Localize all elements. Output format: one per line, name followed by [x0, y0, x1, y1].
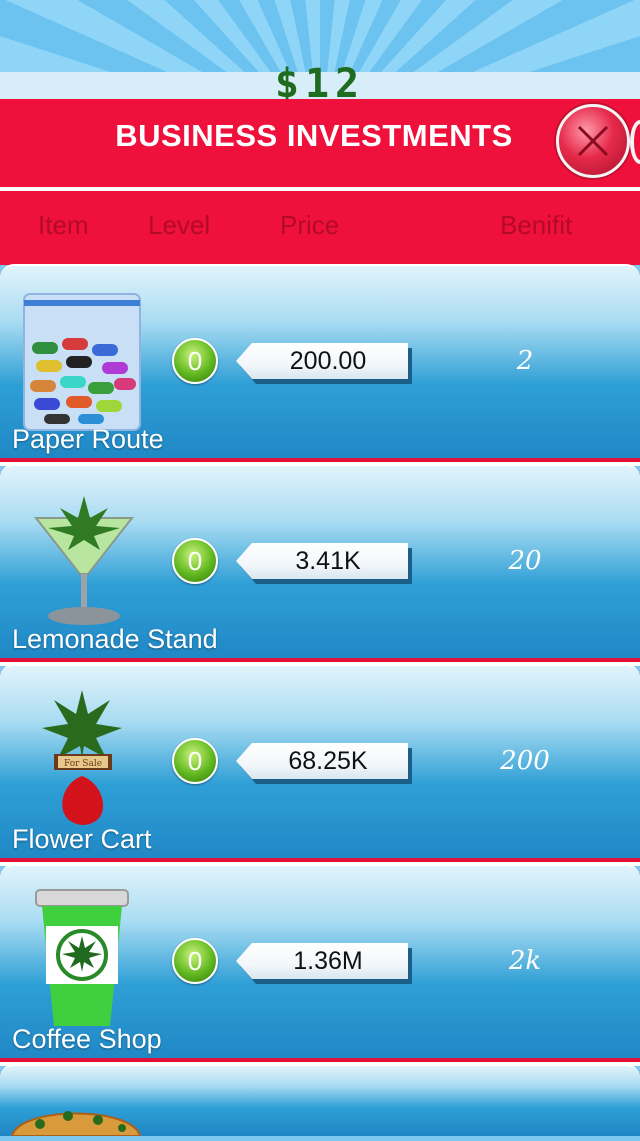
benefit-value: 2	[516, 346, 534, 376]
price-label: 1.36M	[293, 947, 363, 975]
pizza-icon	[10, 1100, 142, 1141]
item-name: Flower Cart	[12, 824, 152, 854]
item-name: Lemonade Stand	[12, 624, 218, 654]
level-badge: 0	[172, 338, 218, 384]
benefit-value: 20	[508, 546, 542, 576]
column-header-benefit: Benifit	[500, 210, 573, 240]
pill-bag-icon	[22, 292, 142, 437]
column-header-item: Item	[38, 210, 89, 240]
benefit-value: 2k	[508, 946, 542, 976]
header-divider	[0, 187, 640, 191]
cocktail-glass-icon	[33, 488, 135, 633]
column-header-level: Level	[148, 210, 211, 240]
svg-text:For Sale: For Sale	[64, 759, 102, 769]
column-header-price: Price	[280, 210, 340, 240]
money-counter: $12	[274, 62, 366, 100]
panel-title: BUSINESS INVESTMENTS	[115, 118, 513, 153]
item-name: Coffee Shop	[12, 1024, 162, 1054]
level-badge: 0	[172, 938, 218, 984]
level-badge: 0	[172, 738, 218, 784]
price-label: 3.41K	[295, 547, 361, 575]
coffee-cup-icon	[34, 886, 130, 1035]
close-button[interactable]	[556, 104, 630, 178]
benefit-value: 200	[500, 746, 550, 776]
level-badge: 0	[172, 538, 218, 584]
price-label: 200.00	[289, 347, 367, 375]
close-x-icon	[577, 125, 609, 157]
item-name: Paper Route	[12, 424, 164, 454]
price-label: 68.25K	[288, 747, 368, 775]
plant-for-sale-icon: For Sale	[40, 688, 124, 835]
